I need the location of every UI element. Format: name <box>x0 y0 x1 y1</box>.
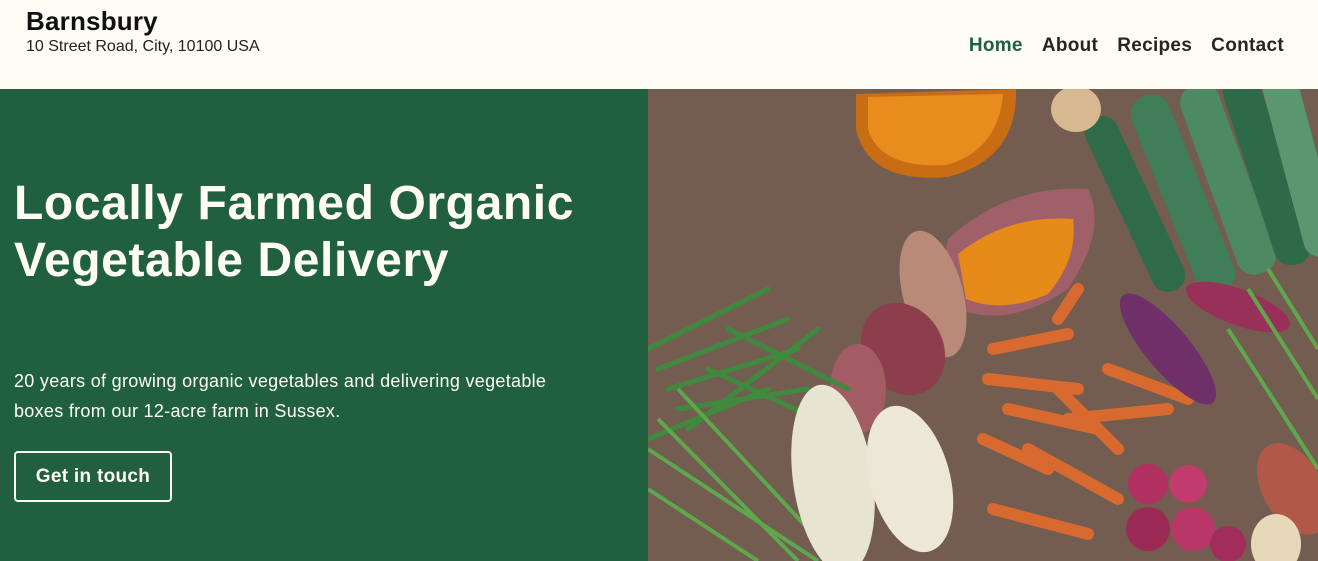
nav-about[interactable]: About <box>1042 35 1098 57</box>
main-nav: Home About Recipes Contact <box>950 35 1284 57</box>
hero-title: Locally Farmed Organic Vegetable Deliver… <box>14 177 575 287</box>
brand-name[interactable]: Barnsbury <box>26 6 260 36</box>
nav-contact[interactable]: Contact <box>1211 35 1284 57</box>
brand[interactable]: Barnsbury 10 Street Road, City, 10100 US… <box>26 6 260 57</box>
nav-recipes[interactable]: Recipes <box>1117 35 1192 57</box>
hero-panel: Locally Farmed Organic Vegetable Deliver… <box>0 89 648 561</box>
hero-image <box>648 89 1318 561</box>
hero-section: Locally Farmed Organic Vegetable Deliver… <box>0 89 1318 561</box>
hero-subtitle: 20 years of growing organic vegetables a… <box>14 371 547 421</box>
nav-home[interactable]: Home <box>969 35 1023 57</box>
get-in-touch-button[interactable]: Get in touch <box>14 451 172 502</box>
brand-address: 10 Street Road, City, 10100 USA <box>26 38 260 55</box>
site-header: Barnsbury 10 Street Road, City, 10100 US… <box>0 0 1318 89</box>
vegetables-illustration <box>648 89 1318 561</box>
